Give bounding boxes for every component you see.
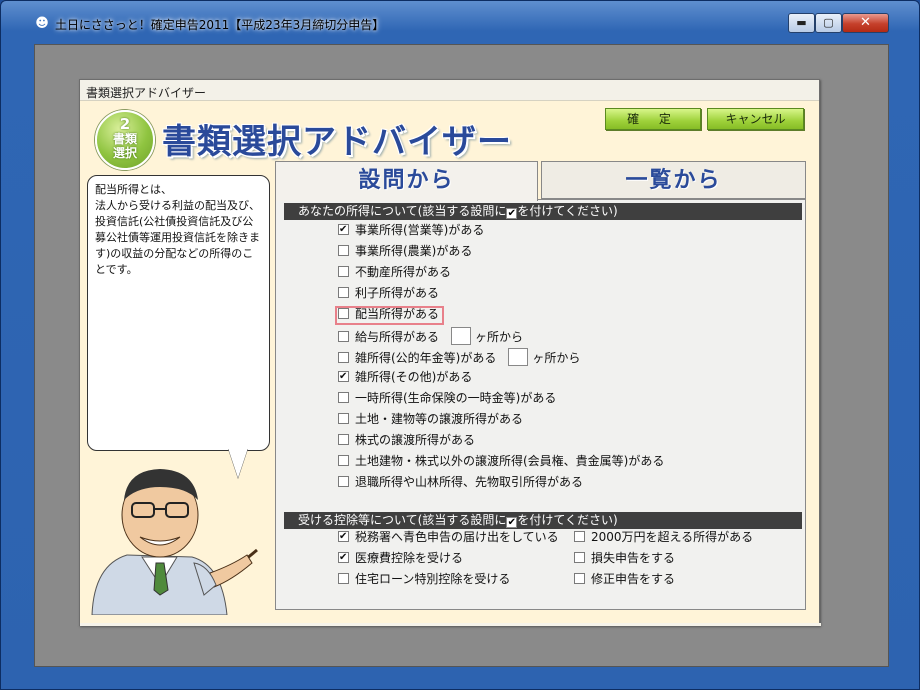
app-icon[interactable]: ☻: [34, 16, 50, 32]
deduction-left-label-2: 住宅ローン特別控除を受ける: [355, 572, 511, 586]
income-label-8: 一時所得(生命保険の一時金等)がある: [355, 391, 557, 405]
income-row-11[interactable]: 土地建物・株式以外の譲渡所得(会員権、貴金属等)がある: [338, 453, 664, 469]
income-row-1[interactable]: 事業所得(農業)がある: [338, 243, 472, 259]
income-row-3[interactable]: 利子所得がある: [338, 285, 439, 301]
advisor-character-illustration: [91, 469, 258, 615]
deduction-left-checkbox-1[interactable]: [338, 550, 349, 566]
deduction-left-checkbox-0[interactable]: [338, 529, 349, 545]
dialog-heading: 書類選択アドバイザー: [162, 122, 512, 162]
income-checkbox-11[interactable]: [338, 455, 349, 466]
income-count-input-5[interactable]: [451, 327, 472, 345]
deduction-right-checkbox-0[interactable]: [574, 531, 585, 542]
deduction-left-label-0: 税務署へ青色申告の届け出をしている: [355, 530, 559, 544]
income-label-2: 不動産所得がある: [355, 265, 452, 279]
income-checkbox-6[interactable]: [338, 352, 349, 363]
tab-questions[interactable]: 設問から: [275, 161, 538, 201]
income-checkbox-9[interactable]: [338, 413, 349, 424]
income-row-0[interactable]: 事業所得(営業等)がある: [338, 222, 484, 238]
deduction-left-row-2[interactable]: 住宅ローン特別控除を受ける: [338, 571, 510, 587]
income-row-6[interactable]: 雑所得(公的年金等)がある ヶ所から: [338, 348, 581, 366]
income-label-0: 事業所得(営業等)がある: [355, 223, 485, 237]
close-button[interactable]: ✕: [842, 13, 889, 33]
income-label-5: 給与所得がある: [355, 330, 440, 344]
application-window: ☻ 土日にささっと！確定申告2011【平成23年3月締切分申告】 ▬ ▢ ✕ 書…: [0, 0, 920, 690]
title-bar[interactable]: ☻ 土日にささっと！確定申告2011【平成23年3月締切分申告】 ▬ ▢ ✕: [1, 1, 919, 33]
deduction-right-label-0: 2000万円を超える所得がある: [591, 530, 754, 544]
dialog-bottom-edge: [80, 623, 821, 626]
deduction-right-row-1[interactable]: 損失申告をする: [574, 550, 675, 566]
deduction-left-checkbox-2[interactable]: [338, 573, 349, 584]
deduction-header-text: 受ける控除等について(該当する設問に: [298, 513, 507, 527]
income-label-12: 退職所得や山林所得、先物取引所得がある: [355, 475, 584, 489]
checkmark-icon: ✔: [506, 208, 518, 219]
minimize-button[interactable]: ▬: [788, 13, 815, 33]
deduction-left-label-1: 医療費控除を受ける: [355, 551, 464, 565]
deduction-right-row-2[interactable]: 修正申告をする: [574, 571, 675, 587]
income-label-6: 雑所得(公的年金等)がある: [355, 351, 497, 365]
dialog-title-bar: 書類選択アドバイザー: [80, 80, 819, 101]
confirm-button[interactable]: 確 定: [605, 108, 701, 130]
selection-highlight: [335, 306, 444, 325]
dialog-title: 書類選択アドバイザー: [86, 86, 207, 100]
checkmark-icon: ✔: [506, 517, 518, 528]
deduction-section-header: 受ける控除等について(該当する設問に✔を付けてください): [284, 512, 802, 529]
maximize-button[interactable]: ▢: [815, 13, 842, 33]
income-checkbox-3[interactable]: [338, 287, 349, 298]
tab-list[interactable]: 一覧から: [541, 161, 806, 199]
income-label-10: 株式の譲渡所得がある: [355, 433, 476, 447]
deduction-right-label-1: 損失申告をする: [591, 551, 676, 565]
deduction-left-row-1[interactable]: 医療費控除を受ける: [338, 550, 463, 566]
income-checkbox-8[interactable]: [338, 392, 349, 403]
income-checkbox-5[interactable]: [338, 331, 349, 342]
income-checkbox-0[interactable]: [338, 222, 349, 238]
income-header-text: あなたの所得について(該当する設問に: [298, 204, 507, 218]
income-checkbox-10[interactable]: [338, 434, 349, 445]
income-label-9: 土地・建物等の譲渡所得がある: [355, 412, 524, 426]
income-header-suffix: を付けてください): [517, 204, 618, 218]
questions-panel: あなたの所得について(該当する設問に✔を付けてください) 事業所得(営業等)があ…: [275, 199, 806, 610]
income-checkbox-7[interactable]: [338, 369, 349, 385]
cancel-button[interactable]: キャンセル: [707, 108, 804, 130]
income-row-7[interactable]: 雑所得(その他)がある: [338, 369, 472, 385]
deduction-right-label-2: 修正申告をする: [591, 572, 676, 586]
income-checkbox-12[interactable]: [338, 476, 349, 487]
deduction-right-checkbox-2[interactable]: [574, 573, 585, 584]
income-checkbox-1[interactable]: [338, 245, 349, 256]
deduction-left-row-0[interactable]: 税務署へ青色申告の届け出をしている: [338, 529, 559, 545]
income-row-10[interactable]: 株式の譲渡所得がある: [338, 432, 475, 448]
income-count-suffix-6: ヶ所から: [532, 351, 581, 365]
income-label-7: 雑所得(その他)がある: [355, 370, 473, 384]
income-row-5[interactable]: 給与所得がある ヶ所から: [338, 327, 524, 345]
income-count-input-6[interactable]: [508, 348, 529, 366]
deduction-right-row-0[interactable]: 2000万円を超える所得がある: [574, 529, 753, 545]
income-checkbox-2[interactable]: [338, 266, 349, 277]
document-advisor-dialog: 書類選択アドバイザー 2 書類選択 書類選択アドバイザー 確 定 キャンセル 配…: [79, 79, 821, 626]
step-logo-badge: 2 書類選択: [95, 110, 155, 170]
income-row-2[interactable]: 不動産所得がある: [338, 264, 451, 280]
income-count-suffix-5: ヶ所から: [475, 330, 524, 344]
explanation-text: 配当所得とは、 法人から受ける利益の配当及び、投資信託(公社債投資信託及び公募公…: [95, 183, 260, 276]
income-section-header: あなたの所得について(該当する設問に✔を付けてください): [284, 203, 802, 220]
income-row-8[interactable]: 一時所得(生命保険の一時金等)がある: [338, 390, 556, 406]
step-number: 2: [119, 115, 131, 133]
income-label-11: 土地建物・株式以外の譲渡所得(会員権、貴金属等)がある: [355, 454, 665, 468]
income-row-9[interactable]: 土地・建物等の譲渡所得がある: [338, 411, 523, 427]
explanation-speech-bubble: 配当所得とは、 法人から受ける利益の配当及び、投資信託(公社債投資信託及び公募公…: [87, 175, 270, 451]
step-label: 書類選択: [112, 132, 137, 160]
income-label-3: 利子所得がある: [355, 286, 440, 300]
income-label-1: 事業所得(農業)がある: [355, 244, 473, 258]
income-row-12[interactable]: 退職所得や山林所得、先物取引所得がある: [338, 474, 583, 490]
window-title: 土日にささっと！確定申告2011【平成23年3月締切分申告】: [55, 18, 385, 32]
deduction-header-suffix: を付けてください): [517, 513, 618, 527]
deduction-right-checkbox-1[interactable]: [574, 552, 585, 563]
